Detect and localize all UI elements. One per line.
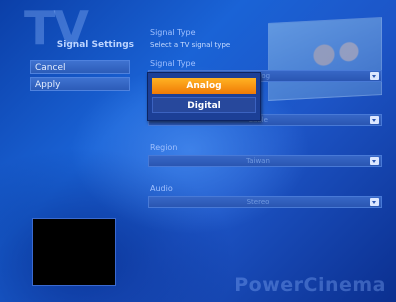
cancel-button[interactable]: Cancel (30, 60, 130, 74)
audio-label: Audio (150, 184, 173, 193)
page-title: Signal Settings (56, 40, 134, 50)
signal-type-label: Signal Type (150, 59, 196, 68)
chevron-down-icon[interactable] (370, 157, 379, 165)
app-window: TV Signal Settings Cancel Apply Signal T… (0, 0, 396, 302)
brand-logo: PowerCinema (234, 274, 386, 296)
section-title: Signal Type (150, 28, 196, 37)
option-digital[interactable]: Digital (152, 97, 256, 113)
chevron-down-icon[interactable] (370, 116, 379, 124)
chevron-down-icon[interactable] (370, 72, 379, 80)
option-analog[interactable]: Analog (152, 78, 256, 94)
signal-type-dropdown: Analog Digital (147, 72, 261, 121)
tv-preview-window (32, 218, 116, 286)
apply-button[interactable]: Apply (30, 77, 130, 91)
region-value: Taiwan (246, 157, 270, 165)
audio-value: Stereo (246, 198, 270, 206)
audio-select[interactable]: Stereo (148, 196, 382, 208)
family-photo-image (268, 17, 382, 101)
region-label: Region (150, 143, 178, 152)
region-select[interactable]: Taiwan (148, 155, 382, 167)
chevron-down-icon[interactable] (370, 198, 379, 206)
section-subtitle: Select a TV signal type (150, 41, 231, 49)
